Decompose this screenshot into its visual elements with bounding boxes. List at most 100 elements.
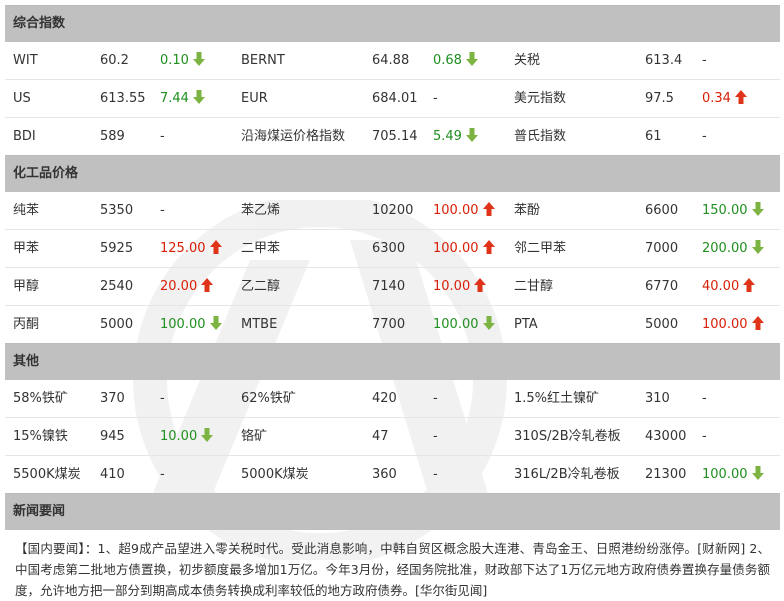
item-change: 0.34 <box>702 80 747 117</box>
arrow-down-icon <box>751 458 764 480</box>
arrow-up-icon <box>743 270 756 292</box>
item-value: 310 <box>645 391 670 406</box>
table-row: 丙酮 5000 100.00 MTBE 7700 100.00 PTA 5000 100.00 <box>5 306 780 343</box>
item-value: 60.2 <box>100 53 129 68</box>
item-change: 100.00 <box>160 306 222 343</box>
item-change: - <box>433 380 438 417</box>
item-name: 普氏指数 <box>514 129 567 144</box>
section-header: 化工品价格 <box>5 155 780 192</box>
item-change-value: - <box>433 91 438 106</box>
item-value: 5350 <box>100 203 134 218</box>
item-value: 21300 <box>645 467 687 482</box>
item-name: 1.5%红土镍矿 <box>514 391 600 406</box>
item-name: 丙酮 <box>13 317 40 332</box>
item-change-value: - <box>702 391 707 406</box>
item-change-value: 0.68 <box>433 53 462 68</box>
item-name: 310S/2B冷轧卷板 <box>514 429 621 444</box>
arrow-up-icon <box>482 194 495 216</box>
item-change-value: 10.00 <box>160 429 198 444</box>
item-change-value: - <box>433 391 438 406</box>
item-change-value: - <box>160 129 165 144</box>
item-name: MTBE <box>241 317 278 332</box>
item-change-value: 100.00 <box>433 203 479 218</box>
arrow-down-icon <box>192 44 205 66</box>
item-change: - <box>702 42 707 79</box>
item-name: US <box>13 91 31 106</box>
item-name: BDI <box>13 129 36 144</box>
item-name: 58%铁矿 <box>13 391 68 406</box>
section-header: 综合指数 <box>5 5 780 42</box>
item-name: BERNT <box>241 53 285 68</box>
item-name: 纯苯 <box>13 203 40 218</box>
item-change-value: 0.10 <box>160 53 189 68</box>
item-change: 100.00 <box>433 230 495 267</box>
item-change-value: - <box>702 429 707 444</box>
item-name: 二甲苯 <box>241 241 281 256</box>
item-value: 370 <box>100 391 125 406</box>
item-value: 64.88 <box>372 53 410 68</box>
item-change: - <box>702 380 707 417</box>
item-name: WIT <box>13 53 38 68</box>
item-value: 613.55 <box>100 91 146 106</box>
item-change: - <box>433 80 438 117</box>
table-row: 15%镍铁 945 10.00 铬矿 47-310S/2B冷轧卷板 43000- <box>5 418 780 456</box>
item-change: - <box>160 192 165 229</box>
item-value: 410 <box>100 467 125 482</box>
item-change: 10.00 <box>433 268 487 305</box>
item-value: 5000 <box>100 317 134 332</box>
item-change: 125.00 <box>160 230 222 267</box>
item-change-value: - <box>702 129 707 144</box>
item-change-value: 20.00 <box>160 279 198 294</box>
item-value: 6770 <box>645 279 679 294</box>
item-change: - <box>160 456 165 493</box>
item-value: 684.01 <box>372 91 418 106</box>
item-name: 5500K煤炭 <box>13 467 81 482</box>
item-change-value: 100.00 <box>702 467 748 482</box>
item-change: 40.00 <box>702 268 756 305</box>
item-change-value: 125.00 <box>160 241 206 256</box>
item-value: 2540 <box>100 279 134 294</box>
item-change-value: 100.00 <box>702 317 748 332</box>
arrow-down-icon <box>192 82 205 104</box>
item-change: - <box>160 380 165 417</box>
item-value: 420 <box>372 391 397 406</box>
item-name: 62%铁矿 <box>241 391 296 406</box>
market-data-panel: 综合指数 WIT 60.2 0.10 BERNT 64.88 0.68 关税 613.4 - US 6… <box>5 5 780 601</box>
item-value: 7700 <box>372 317 406 332</box>
item-name: PTA <box>514 317 538 332</box>
item-value: 589 <box>100 129 125 144</box>
item-name: 乙二醇 <box>241 279 281 294</box>
item-value: 43000 <box>645 429 687 444</box>
table-row: US 613.55 7.44 EUR 684.01- 美元指数 97.5 0.34 <box>5 80 780 118</box>
item-change-value: - <box>702 53 707 68</box>
section-body: 纯苯 5350 - 苯乙烯 10200 100.00 苯酚 6600 150.00 甲苯 5925 1… <box>5 192 780 343</box>
item-name: 二甘醇 <box>514 279 554 294</box>
item-value: 360 <box>372 467 397 482</box>
item-value: 6300 <box>372 241 406 256</box>
item-change: 100.00 <box>433 306 495 343</box>
item-value: 5925 <box>100 241 134 256</box>
section-body: WIT 60.2 0.10 BERNT 64.88 0.68 关税 613.4 - US 613.5… <box>5 42 780 155</box>
item-change: 200.00 <box>702 230 764 267</box>
item-change: - <box>433 418 438 455</box>
item-change: - <box>160 118 165 155</box>
item-value: 97.5 <box>645 91 674 106</box>
item-change-value: 0.34 <box>702 91 731 106</box>
table-row: BDI 589 - 沿海煤运价格指数 705.14 5.49 普氏指数 61 - <box>5 118 780 155</box>
item-value: 613.4 <box>645 53 683 68</box>
item-change-value: - <box>160 467 165 482</box>
item-change: 0.10 <box>160 42 205 79</box>
item-name: 15%镍铁 <box>13 429 68 444</box>
arrow-up-icon <box>474 270 487 292</box>
item-name: 316L/2B冷轧卷板 <box>514 467 620 482</box>
item-change-value: 150.00 <box>702 203 748 218</box>
arrow-up-icon <box>482 232 495 254</box>
item-name: 苯酚 <box>514 203 541 218</box>
item-change-value: 7.44 <box>160 91 189 106</box>
item-name: 沿海煤运价格指数 <box>241 129 346 144</box>
item-name: EUR <box>241 91 268 106</box>
item-change: 100.00 <box>702 306 764 343</box>
item-name: 甲苯 <box>13 241 40 256</box>
table-row: 58%铁矿 370 - 62%铁矿 420 - 1.5%红土镍矿 310 - <box>5 380 780 418</box>
item-change-value: - <box>433 467 438 482</box>
